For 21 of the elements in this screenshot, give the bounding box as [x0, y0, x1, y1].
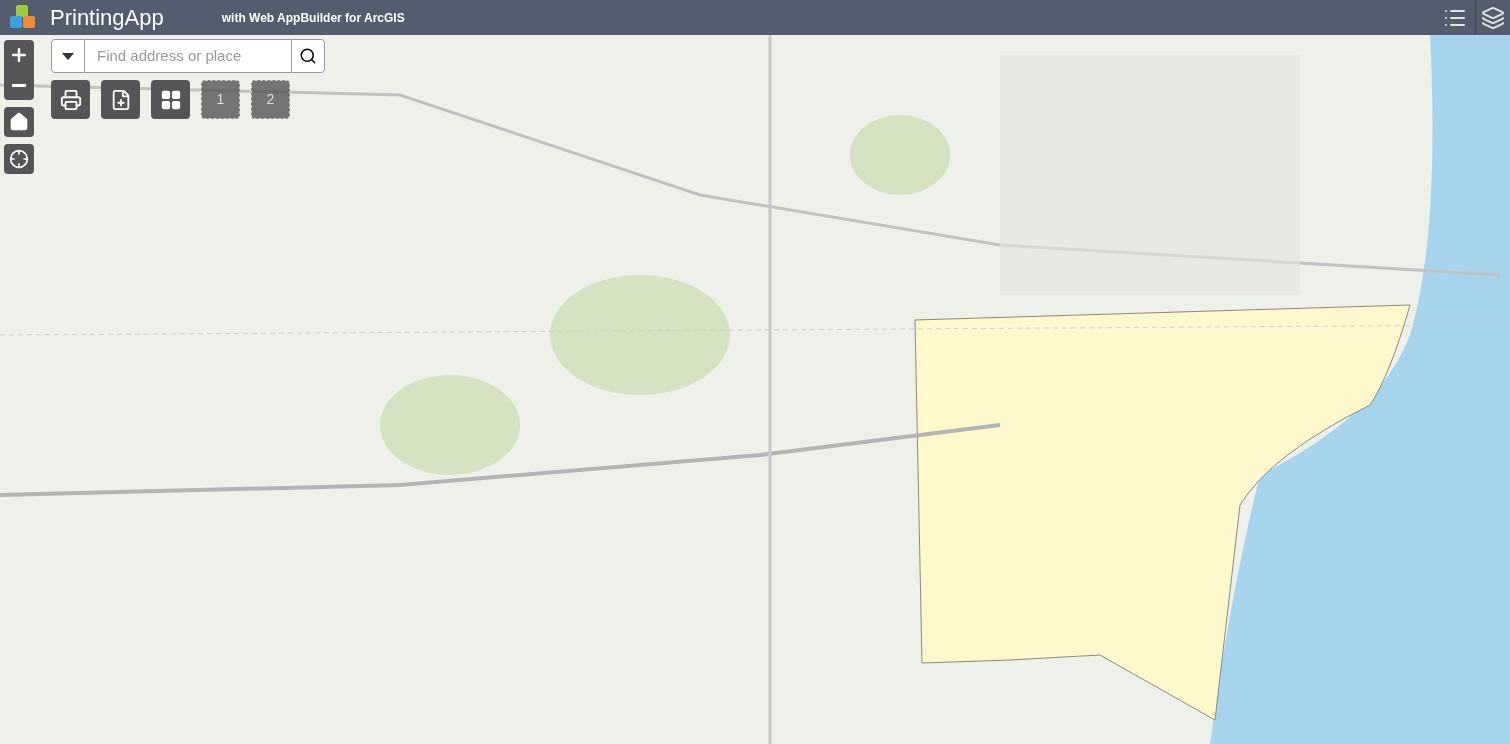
widget-button[interactable] — [151, 80, 190, 119]
locate-icon — [9, 149, 29, 169]
minus-icon — [12, 83, 26, 87]
search-input[interactable]: Find address or place — [85, 39, 291, 73]
caret-icon — [62, 52, 74, 60]
search-icon — [299, 47, 317, 65]
printer-icon — [59, 88, 82, 111]
app-title: PrintingApp — [50, 4, 164, 32]
home-button[interactable] — [4, 107, 34, 137]
widget-placeholder[interactable]: 2 — [251, 80, 290, 119]
search-button[interactable] — [291, 39, 325, 73]
locate-button[interactable] — [4, 144, 34, 174]
plus-icon — [9, 45, 29, 65]
layers-icon — [1481, 5, 1505, 30]
search-source-dropdown[interactable] — [51, 39, 85, 73]
home-icon — [9, 112, 29, 132]
grid-icon — [159, 88, 182, 111]
widget-button[interactable] — [101, 80, 140, 119]
app-subtitle: with Web AppBuilder for ArcGIS — [221, 9, 405, 27]
widget-button[interactable] — [51, 80, 90, 119]
widget-placeholder[interactable]: 1 — [201, 80, 240, 119]
